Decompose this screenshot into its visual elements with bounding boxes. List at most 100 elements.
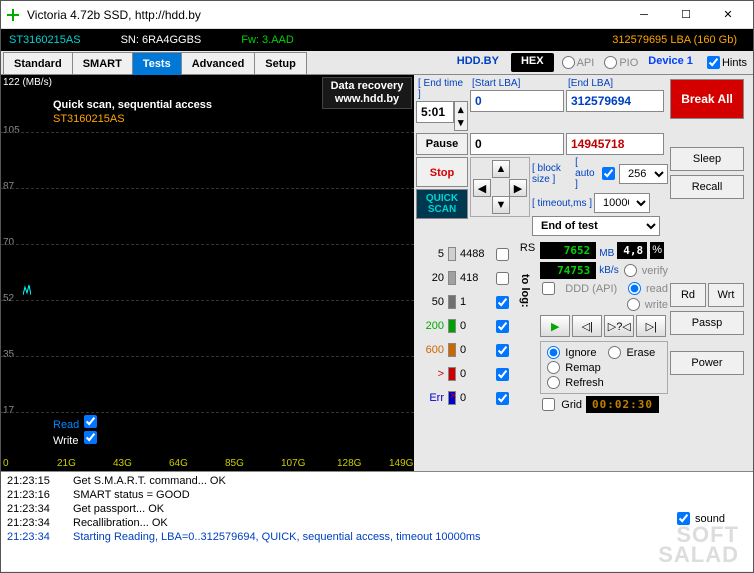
scan-model: ST3160215AS (53, 113, 125, 125)
log-line: 21:23:34Starting Reading, LBA=0..3125796… (3, 530, 751, 544)
rs-label: RS (519, 242, 536, 254)
hist-cb-err[interactable] (496, 392, 509, 405)
hex-button[interactable]: HEX (511, 53, 554, 72)
graph-data-spike (23, 285, 31, 295)
rd-button[interactable]: Rd (670, 283, 706, 307)
percent: 4,8 (617, 242, 647, 259)
ddd-checkbox[interactable] (542, 282, 555, 295)
x-axis-label: 21G (57, 458, 76, 469)
api-radio[interactable]: API (560, 51, 595, 74)
tab-advanced[interactable]: Advanced (181, 52, 256, 75)
grid-checkbox[interactable] (542, 398, 555, 411)
dpad-up[interactable]: ▲ (492, 160, 510, 178)
hist-cb-5[interactable] (496, 248, 509, 261)
block-size-label: [ block size ] (532, 163, 573, 185)
log-panel[interactable]: 21:23:15Get S.M.A.R.T. command... OK21:2… (1, 471, 753, 571)
log-line: 21:23:34Get passport... OK (3, 502, 751, 516)
window-title: Victoria 4.72b SSD, http://hdd.by (27, 8, 623, 22)
graph-units: 122 (MB/s) (3, 77, 52, 88)
hist-cb-over[interactable] (496, 368, 509, 381)
tab-bar: Standard SMART Tests Advanced Setup HDD.… (1, 51, 753, 75)
write-radio[interactable]: write (625, 298, 668, 311)
tab-tests[interactable]: Tests (132, 52, 182, 75)
x-axis-label: 128G (337, 458, 361, 469)
start-lba-label: [Start LBA] (470, 77, 564, 90)
hist-cb-600[interactable] (496, 344, 509, 357)
sleep-button[interactable]: Sleep (670, 147, 744, 171)
x-axis-label: 149G (389, 458, 413, 469)
break-all-button[interactable]: Break All (670, 79, 744, 119)
end-action-select[interactable]: End of test (532, 216, 660, 236)
defect-mode-group: Ignore Erase Remap Refresh (540, 341, 668, 394)
x-axis-label: 0 (3, 458, 9, 469)
step-fwd-button[interactable]: ▷| (636, 315, 666, 337)
refresh-radio[interactable]: Refresh (545, 376, 604, 389)
close-button[interactable]: ✕ (707, 1, 749, 29)
end-lba-label: [End LBA] (566, 77, 664, 90)
hist-cb-50[interactable] (496, 296, 509, 309)
elapsed-timer: 00:02:30 (586, 396, 659, 413)
window-titlebar: Victoria 4.72b SSD, http://hdd.by ─ ☐ ✕ (1, 1, 753, 29)
tab-standard[interactable]: Standard (3, 52, 73, 75)
read-write-toggles: Read Write (53, 415, 99, 447)
hints-checkbox[interactable]: Hints (699, 51, 753, 74)
y-axis-label: 17 (3, 405, 14, 416)
drive-info-bar: ST3160215AS SN: 6RA4GGBS Fw: 3.AAD 31257… (1, 29, 753, 51)
wrt-button[interactable]: Wrt (708, 283, 744, 307)
hist-cb-200[interactable] (496, 320, 509, 333)
drive-fw: Fw: 3.AAD (241, 34, 294, 46)
write-checkbox[interactable] (84, 431, 97, 444)
random-button[interactable]: ▷?◁ (604, 315, 634, 337)
ignore-radio[interactable]: Ignore (545, 346, 596, 359)
log-line: 21:23:16SMART status = GOOD (3, 488, 751, 502)
speed: 74753 (540, 262, 596, 279)
control-panel: [ End time ] ▴▾ [Start LBA] [End LBA] Pa… (414, 75, 753, 471)
quick-scan-button[interactable]: QUICK SCAN (416, 189, 468, 219)
hist-cb-20[interactable] (496, 272, 509, 285)
recall-button[interactable]: Recall (670, 175, 744, 199)
passp-button[interactable]: Passp (670, 311, 744, 335)
time-stepper[interactable]: ▴▾ (454, 101, 468, 131)
end-lba-input[interactable] (566, 90, 664, 112)
dpad-down[interactable]: ▼ (492, 196, 510, 214)
minimize-button[interactable]: ─ (623, 1, 665, 29)
x-axis-label: 43G (113, 458, 132, 469)
drive-sn: SN: 6RA4GGBS (121, 34, 202, 46)
pause-button[interactable]: Pause (416, 133, 468, 155)
scan-title: Quick scan, sequential access (53, 99, 212, 111)
tab-setup[interactable]: Setup (254, 52, 307, 75)
step-back-button[interactable]: ◁| (572, 315, 602, 337)
end-time-input[interactable] (416, 101, 454, 123)
erase-radio[interactable]: Erase (606, 346, 655, 359)
sound-checkbox[interactable]: sound (675, 512, 725, 525)
playback-controls: ▶ ◁| ▷?◁ ▷| (540, 315, 668, 337)
timeout-select[interactable]: 10000 (594, 193, 650, 213)
data-recovery-link[interactable]: Data recoverywww.hdd.by (322, 77, 412, 109)
device-select[interactable]: Device 1 (642, 51, 699, 74)
app-icon (5, 7, 21, 23)
mb-read: 7652 (540, 242, 596, 259)
y-axis-label: 105 (3, 125, 20, 136)
play-button[interactable]: ▶ (540, 315, 570, 337)
auto-checkbox[interactable] (602, 167, 615, 180)
end-time-label: [ End time ] (416, 77, 468, 101)
maximize-button[interactable]: ☐ (665, 1, 707, 29)
remap-radio[interactable]: Remap (545, 361, 600, 374)
drive-model: ST3160215AS (9, 34, 81, 46)
current-lba (566, 133, 664, 155)
block-size-select[interactable]: 256 (619, 164, 668, 184)
drive-lba: 312579695 LBA (160 Gb) (612, 34, 737, 46)
start-lba-input[interactable] (470, 90, 564, 112)
dpad-left[interactable]: ◀ (473, 179, 491, 197)
pos-input[interactable] (470, 133, 564, 155)
log-line: 21:23:34Recallibration... OK (3, 516, 751, 530)
read-radio[interactable]: read (626, 282, 668, 295)
verify-radio[interactable]: verify (622, 264, 668, 277)
dpad-right[interactable]: ▶ (509, 179, 527, 197)
stop-button[interactable]: Stop (416, 157, 468, 187)
x-axis-label: 64G (169, 458, 188, 469)
tab-smart[interactable]: SMART (72, 52, 133, 75)
pio-radio[interactable]: PIO (602, 51, 638, 74)
power-button[interactable]: Power (670, 351, 744, 375)
read-checkbox[interactable] (84, 415, 97, 428)
